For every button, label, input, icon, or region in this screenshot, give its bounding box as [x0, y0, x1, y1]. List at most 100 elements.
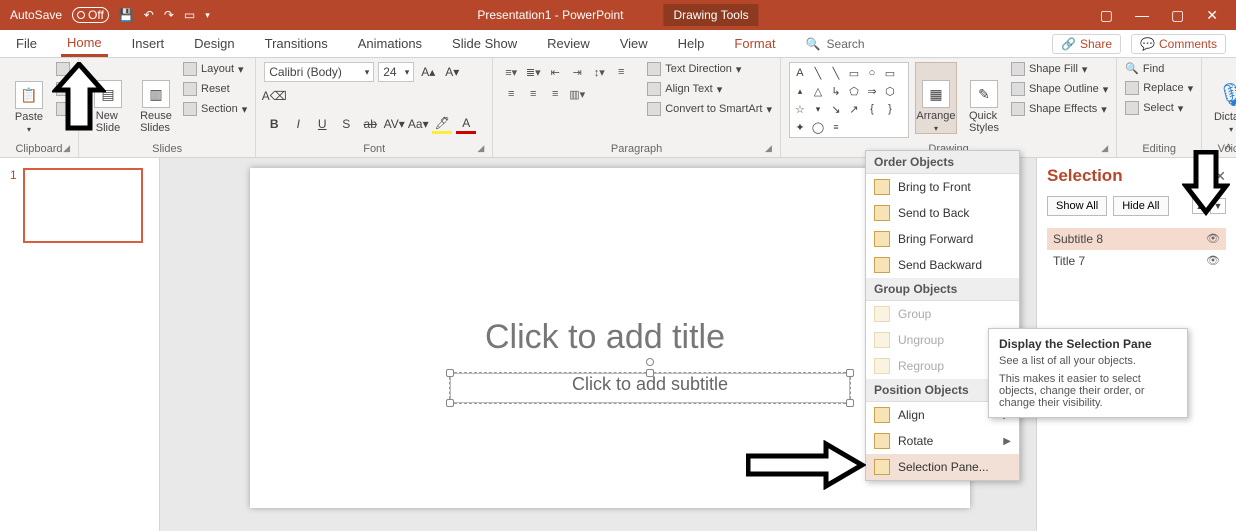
tab-animations[interactable]: Animations: [352, 32, 428, 55]
ribbon-display-icon[interactable]: ▢: [1100, 7, 1113, 24]
decrease-font-icon[interactable]: A▾: [442, 62, 462, 82]
font-family-combo[interactable]: Calibri (Body)▾: [264, 62, 374, 82]
tab-transitions[interactable]: Transitions: [259, 32, 334, 55]
bullets-icon[interactable]: ≡▾: [501, 62, 521, 82]
rotate-icon: [874, 433, 890, 449]
rotate-handle[interactable]: [646, 358, 654, 366]
shape-effects-button[interactable]: Shape Effects ▾: [1011, 102, 1108, 116]
shape-gallery[interactable]: A╲╲▭○▭▴ △↳⬠⇒⬡☆▾ ↘↗{}✦◯≡: [789, 62, 909, 138]
selection-item-title[interactable]: Title 7 👁: [1047, 250, 1226, 272]
menu-send-to-back[interactable]: Send to Back: [866, 200, 1019, 226]
menu-bring-forward[interactable]: Bring Forward: [866, 226, 1019, 252]
align-right-icon[interactable]: ≡: [523, 84, 543, 104]
show-all-button[interactable]: Show All: [1047, 196, 1107, 216]
visibility-toggle-icon[interactable]: 👁: [1206, 254, 1220, 268]
italic-icon[interactable]: I: [288, 114, 308, 134]
tab-insert[interactable]: Insert: [126, 32, 171, 55]
group-label-editing: Editing: [1142, 143, 1176, 155]
section-button[interactable]: Section ▾: [183, 102, 247, 116]
text-direction-button[interactable]: Text Direction ▾: [647, 62, 772, 76]
title-placeholder[interactable]: Click to add title: [390, 318, 820, 363]
shape-fill-button[interactable]: Shape Fill ▾: [1011, 62, 1108, 76]
paragraph-launcher-icon[interactable]: ◢: [765, 143, 772, 154]
clipboard-launcher-icon[interactable]: ◢: [63, 143, 70, 154]
tab-slideshow[interactable]: Slide Show: [446, 32, 523, 55]
redo-icon[interactable]: ↷: [164, 8, 174, 22]
resize-handle[interactable]: [846, 369, 854, 377]
maximize-icon[interactable]: ▢: [1171, 7, 1184, 24]
find-button[interactable]: 🔍Find: [1125, 62, 1193, 75]
save-icon[interactable]: 💾: [119, 8, 134, 22]
share-icon: 🔗: [1061, 37, 1076, 51]
autosave-toggle[interactable]: Off: [72, 7, 109, 23]
regroup-icon: [874, 358, 890, 374]
selection-item-subtitle[interactable]: Subtitle 8 👁: [1047, 228, 1226, 250]
shadow-icon[interactable]: S: [336, 114, 356, 134]
comments-button[interactable]: 💬Comments: [1131, 34, 1226, 54]
menu-send-backward[interactable]: Send Backward: [866, 252, 1019, 278]
arrange-button[interactable]: ▦ Arrange▾: [915, 62, 957, 134]
tell-me-search[interactable]: 🔍 Search: [806, 37, 865, 51]
align-left-icon[interactable]: ≡: [611, 62, 631, 82]
tab-help[interactable]: Help: [672, 32, 711, 55]
resize-handle[interactable]: [646, 369, 654, 377]
bold-icon[interactable]: B: [264, 114, 284, 134]
increase-font-icon[interactable]: A▴: [418, 62, 438, 82]
resize-handle[interactable]: [446, 369, 454, 377]
tab-format[interactable]: Format: [728, 32, 781, 55]
close-icon[interactable]: ✕: [1206, 7, 1218, 24]
convert-smartart-button[interactable]: Convert to SmartArt ▾: [647, 102, 772, 116]
dictate-button[interactable]: 🎙 Dictate▾: [1210, 62, 1236, 134]
tab-file[interactable]: File: [10, 32, 43, 55]
tab-design[interactable]: Design: [188, 32, 240, 55]
drawing-launcher-icon[interactable]: ◢: [1101, 143, 1108, 154]
visibility-toggle-icon[interactable]: 👁: [1206, 232, 1220, 246]
align-center-icon[interactable]: ≡: [501, 84, 521, 104]
shape-outline-icon: [1011, 82, 1025, 96]
replace-button[interactable]: Replace ▾: [1125, 81, 1193, 95]
reset-icon: [183, 82, 197, 96]
font-color-icon[interactable]: A: [456, 114, 476, 134]
numbering-icon[interactable]: ≣▾: [523, 62, 543, 82]
qa-customize-icon[interactable]: ▾: [205, 10, 210, 21]
arrange-icon: ▦: [922, 80, 950, 108]
shape-outline-button[interactable]: Shape Outline ▾: [1011, 82, 1108, 96]
indent-right-icon[interactable]: ⇥: [567, 62, 587, 82]
font-launcher-icon[interactable]: ◢: [477, 143, 484, 154]
hide-all-button[interactable]: Hide All: [1113, 196, 1168, 216]
char-spacing-icon[interactable]: AV▾: [384, 114, 404, 134]
layout-button[interactable]: Layout ▾: [183, 62, 247, 76]
slide-thumbnail-1[interactable]: 1: [10, 168, 149, 243]
tab-home[interactable]: Home: [61, 31, 108, 57]
clear-format-icon[interactable]: A⌫: [264, 86, 284, 106]
line-spacing-icon[interactable]: ↕▾: [589, 62, 609, 82]
paste-button[interactable]: 📋 Paste▾: [8, 62, 50, 134]
resize-handle[interactable]: [846, 399, 854, 407]
section-icon: [183, 102, 197, 116]
underline-icon[interactable]: U: [312, 114, 332, 134]
change-case-icon[interactable]: Aa▾: [408, 114, 428, 134]
minimize-icon[interactable]: —: [1135, 7, 1149, 23]
start-slideshow-icon[interactable]: ▭: [184, 8, 195, 22]
strike-icon[interactable]: ab: [360, 114, 380, 134]
reuse-slides-button[interactable]: ▥ Reuse Slides: [135, 62, 177, 134]
tab-review[interactable]: Review: [541, 32, 596, 55]
font-size-combo[interactable]: 24▾: [378, 62, 414, 82]
menu-bring-to-front[interactable]: Bring to Front: [866, 174, 1019, 200]
select-button[interactable]: Select ▾: [1125, 101, 1193, 115]
highlight-icon[interactable]: 🖊: [432, 114, 452, 134]
shape-textbox-icon[interactable]: A: [792, 65, 808, 81]
menu-selection-pane[interactable]: Selection Pane...: [866, 454, 1019, 480]
share-button[interactable]: 🔗Share: [1052, 34, 1121, 54]
undo-icon[interactable]: ↶: [144, 8, 154, 22]
align-text-button[interactable]: Align Text ▾: [647, 82, 772, 96]
menu-rotate[interactable]: Rotate▶: [866, 428, 1019, 454]
justify-icon[interactable]: ≡: [545, 84, 565, 104]
subtitle-placeholder[interactable]: Click to add subtitle: [450, 373, 850, 403]
reset-button[interactable]: Reset: [183, 82, 247, 96]
tab-view[interactable]: View: [614, 32, 654, 55]
resize-handle[interactable]: [446, 399, 454, 407]
quick-styles-button[interactable]: ✎ Quick Styles: [963, 62, 1005, 134]
columns-icon[interactable]: ▥▾: [567, 84, 587, 104]
indent-left-icon[interactable]: ⇤: [545, 62, 565, 82]
